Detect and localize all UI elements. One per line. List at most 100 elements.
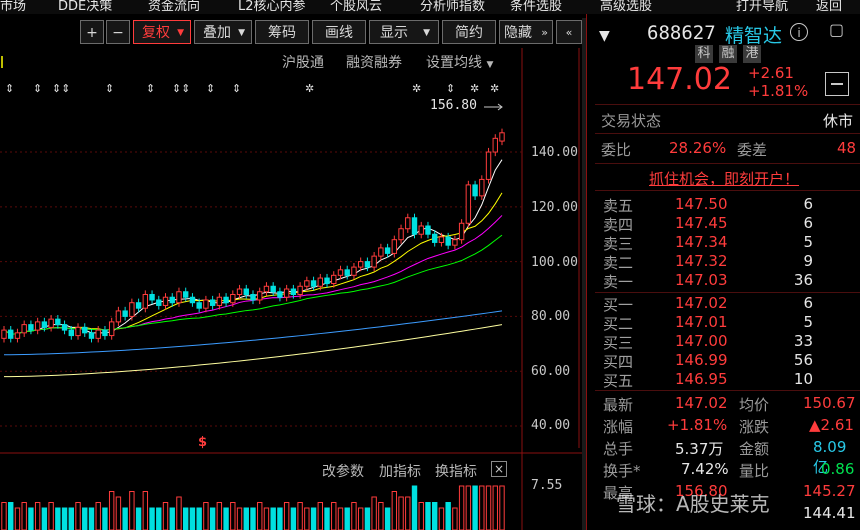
candle[interactable] [432,233,438,243]
candle[interactable] [149,293,155,301]
event-marker-icon[interactable]: ⇕ [446,82,455,95]
candle[interactable] [485,151,492,180]
event-marker-icon[interactable]: ✲ [412,82,421,95]
candle[interactable] [418,225,424,235]
candle[interactable] [88,332,95,339]
candle[interactable] [297,285,303,295]
candle[interactable] [129,302,135,317]
candle[interactable] [378,247,384,257]
tool-icon[interactable]: ▢ [829,20,844,39]
open-account-link[interactable]: 抓住机会，即刻开户！ [649,168,799,189]
menu-dde[interactable]: DDE决策 [58,0,112,14]
candle[interactable] [196,302,202,309]
diejia-button[interactable]: 叠加 ▼ [194,20,252,44]
candle[interactable] [257,291,263,301]
candle[interactable] [405,217,411,230]
candle[interactable] [472,184,478,197]
huaxian-button[interactable]: 画线 [312,20,366,44]
candle[interactable] [156,299,162,306]
candle[interactable] [452,239,458,246]
candle[interactable] [398,228,404,241]
candle[interactable] [465,184,472,224]
candle[interactable] [230,293,236,304]
yincang-button[interactable]: 隐藏 » [499,20,553,44]
jianyue-button[interactable]: 简约 [442,20,496,44]
menu-advanced-select[interactable]: 高级选股 [600,0,652,14]
candle[interactable] [223,296,229,304]
candle[interactable] [371,255,377,268]
candle[interactable] [499,132,505,142]
candle[interactable] [331,274,337,285]
candle[interactable] [344,269,350,276]
candle[interactable] [283,288,290,298]
candle[interactable] [351,266,357,276]
event-marker-icon[interactable]: ⇕⇕ [52,82,70,95]
candle[interactable] [438,236,445,243]
candle[interactable] [324,277,330,285]
candle[interactable] [458,222,465,241]
kline-chart[interactable]: 沪股通 融资融券 设置均线 ▼ ⇕ ⇕ ⇕⇕ ⇕ ⇕ ⇕⇕ ⇕ ⇕ ✲ ✲ ⇕ … [0,48,585,530]
candle[interactable] [304,280,310,287]
menu-analyst-index[interactable]: 分析师指数 [420,0,485,14]
ask4-price[interactable]: 147.45 [675,214,735,232]
menu-open-nav[interactable]: 打开导航 [736,0,788,14]
candle[interactable] [142,293,149,309]
fuquan-button[interactable]: 复权 ▼ [133,20,191,44]
menu-l2[interactable]: L2核心内参 [238,0,306,14]
menu-stock-news[interactable]: 个股风云 [330,0,382,14]
candle[interactable] [135,302,142,309]
collapse-toolbar-button[interactable]: « [556,20,582,44]
candle[interactable] [203,299,209,309]
candle[interactable] [479,178,485,197]
menu-capital-flow[interactable]: 资金流向 [148,0,200,14]
zoom-in-button[interactable]: + [80,20,104,44]
candle[interactable] [189,296,196,304]
candle[interactable] [122,310,128,317]
event-marker-icon[interactable]: ⇕ [5,82,14,95]
change-params-link[interactable]: 改参数 [322,461,364,481]
candle[interactable] [364,261,371,268]
candle[interactable] [41,321,48,328]
candle[interactable] [21,324,27,334]
ask2-price[interactable]: 147.32 [675,252,735,270]
candle[interactable] [14,332,21,339]
bid1-price[interactable]: 147.02 [675,294,735,312]
menu-back[interactable]: 返回 [816,0,842,14]
candle[interactable] [391,239,398,254]
bid2-price[interactable]: 147.01 [675,313,735,331]
event-marker-icon[interactable]: ✲ [305,82,314,95]
event-marker-icon[interactable]: ⇕ [105,82,114,95]
menu-market[interactable]: 市场 [0,0,26,14]
candle[interactable] [216,296,223,306]
switch-indicator-link[interactable]: 换指标 [435,461,477,481]
candle[interactable] [8,329,14,339]
candle[interactable] [176,291,182,304]
candle[interactable] [115,310,122,323]
candle[interactable] [61,324,68,331]
chouma-button[interactable]: 筹码 [255,20,309,44]
candle[interactable] [183,291,189,298]
link-rongzi[interactable]: 融资融券 [346,52,402,72]
event-marker-icon[interactable]: ⇕⇕ [172,82,190,95]
candle[interactable] [263,285,270,293]
ask3-price[interactable]: 147.34 [675,233,735,251]
kline-svg[interactable] [0,48,585,530]
candle[interactable] [337,269,344,276]
close-indicator-button[interactable]: × [491,461,507,477]
candle[interactable] [317,277,323,287]
bid5-price[interactable]: 146.95 [675,370,735,388]
minimize-button[interactable] [825,72,849,96]
event-marker-icon[interactable]: ⇕ [206,82,215,95]
candle[interactable] [162,296,169,306]
candle[interactable] [34,321,41,331]
event-marker-icon[interactable]: ⇕ [33,82,42,95]
candle[interactable] [310,280,317,287]
candle[interactable] [75,326,81,337]
candle[interactable] [108,321,115,337]
candle[interactable] [384,247,391,254]
zoom-out-button[interactable]: − [106,20,130,44]
link-ma-settings[interactable]: 设置均线 ▼ [426,52,493,72]
panel-collapse-icon[interactable]: ▼ [599,28,610,44]
bid3-price[interactable]: 147.00 [675,332,735,350]
event-marker-icon[interactable]: ⇕ [146,82,155,95]
